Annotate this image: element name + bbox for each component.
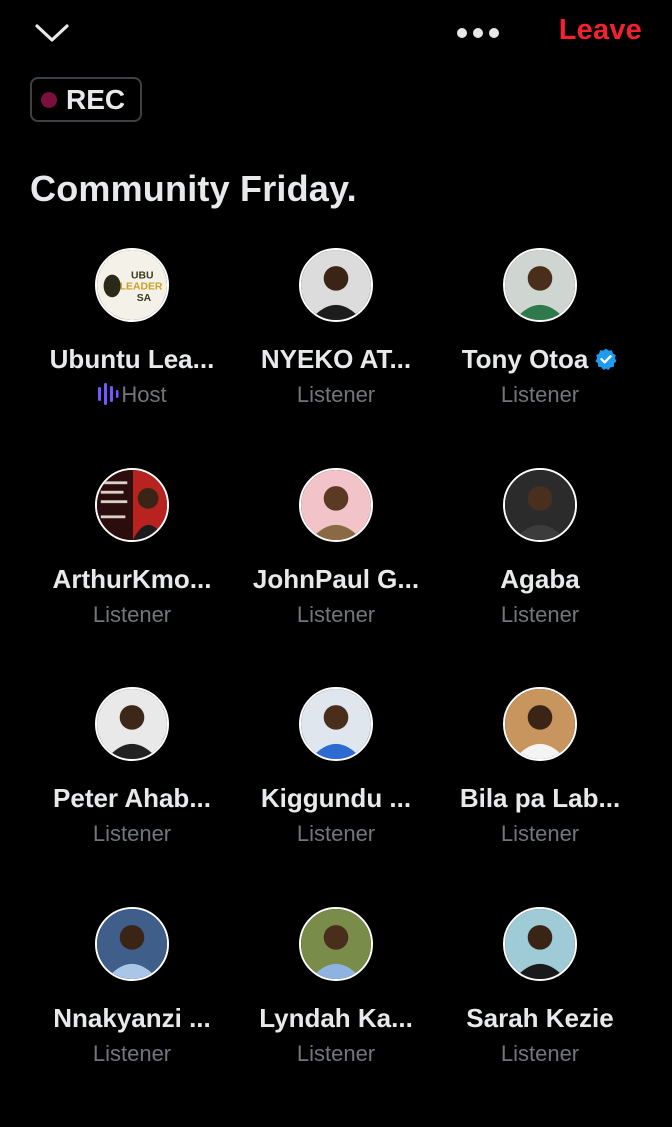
participant-role-text: Listener <box>296 601 376 627</box>
participant-card[interactable]: UBU LEADER SA Ubuntu Lea... Host <box>30 248 234 468</box>
participant-role: Listener <box>234 382 438 408</box>
participant-role: Listener <box>438 821 642 847</box>
participant-role: Listener <box>30 602 234 628</box>
participant-role-text: Listener <box>500 821 580 846</box>
participant-role-text: Listener <box>296 382 376 407</box>
participant-role: Listener <box>30 821 234 847</box>
participant-role: Listener <box>30 1041 234 1067</box>
person-avatar[interactable] <box>299 687 373 761</box>
participant-role: Listener <box>438 1041 642 1067</box>
participant-card[interactable]: Agaba Listener <box>438 467 642 688</box>
person-avatar[interactable] <box>95 687 169 761</box>
participant-card[interactable]: NYEKO AT... Listener <box>234 248 438 468</box>
participant-name-text: Agaba <box>500 563 580 594</box>
top-bar: Leave <box>0 0 672 66</box>
participant-name: Lyndah Ka... <box>234 1003 438 1034</box>
participant-card[interactable]: Bila pa Lab... Listener <box>438 687 642 907</box>
svg-text:SA: SA <box>137 293 152 304</box>
participant-role-text: Listener <box>500 601 580 627</box>
participant-role-text: Host <box>121 382 167 407</box>
participant-card[interactable]: Nnakyanzi ... Listener <box>30 906 234 1127</box>
participant-name-text: Bila pa Lab... <box>459 783 621 813</box>
svg-text:LEADER: LEADER <box>120 282 163 293</box>
participant-name: JohnPaul G... <box>234 564 438 595</box>
participant-role-text: Listener <box>92 1040 172 1066</box>
participant-name: ArthurKmo... <box>30 564 234 595</box>
participant-card[interactable]: Tony Otoa Listener <box>438 248 642 468</box>
svg-text:UBU: UBU <box>131 270 154 281</box>
more-options-icon[interactable] <box>452 20 504 46</box>
participant-name: Agaba <box>438 564 642 595</box>
participant-card[interactable]: Sarah Kezie Listener <box>438 906 642 1127</box>
participant-role-text: Listener <box>296 821 376 846</box>
participant-role-text: Listener <box>500 1040 580 1066</box>
participant-name: Peter Ahab... <box>30 783 234 814</box>
participant-name: Bila pa Lab... <box>438 783 642 814</box>
participant-role: Listener <box>234 602 438 628</box>
recording-label: REC <box>66 83 126 115</box>
logo-avatar[interactable]: UBU LEADER SA <box>95 248 169 322</box>
participant-name-text: ArthurKmo... <box>52 563 212 594</box>
person-avatar[interactable] <box>503 467 577 542</box>
participant-name-text: JohnPaul G... <box>252 563 420 594</box>
speaker-waveform-icon <box>98 383 119 405</box>
participant-role: Listener <box>438 382 642 408</box>
person-avatar[interactable] <box>503 248 577 322</box>
participant-name-text: Lyndah Ka... <box>259 1002 413 1033</box>
participant-name: NYEKO AT... <box>234 344 438 375</box>
participant-card[interactable]: JohnPaul G... Listener <box>234 467 438 688</box>
participant-role-text: Listener <box>296 1040 376 1066</box>
participant-name: Nnakyanzi ... <box>30 1003 234 1034</box>
recording-dot-icon <box>41 91 57 108</box>
participant-card[interactable]: Lyndah Ka... Listener <box>234 906 438 1127</box>
recording-badge: REC <box>30 77 142 122</box>
person-avatar[interactable] <box>299 248 373 322</box>
person-avatar[interactable] <box>299 906 373 981</box>
participant-name-text: Peter Ahab... <box>53 783 211 813</box>
participant-name-text: Kiggundu ... <box>260 783 412 813</box>
chevron-down-icon[interactable] <box>32 18 72 48</box>
space-title: Community Friday. <box>30 168 357 209</box>
participant-name: Tony Otoa <box>438 344 642 375</box>
participant-role: Listener <box>234 1041 438 1067</box>
participant-name-text: Sarah Kezie <box>466 1002 614 1033</box>
participant-role-text: Listener <box>92 821 172 846</box>
person-avatar[interactable] <box>503 687 577 761</box>
person-avatar[interactable] <box>299 467 373 542</box>
participant-name-text: Ubuntu Lea... <box>49 344 215 374</box>
participant-role: Listener <box>234 821 438 847</box>
participant-name-text: Tony Otoa <box>461 344 589 374</box>
participant-card[interactable]: Peter Ahab... Listener <box>30 687 234 907</box>
participant-name-text: Nnakyanzi ... <box>53 1002 211 1033</box>
participant-name: Ubuntu Lea... <box>30 344 234 375</box>
participant-role-text: Listener <box>500 382 580 407</box>
verified-badge-icon <box>595 348 617 370</box>
participant-name: Kiggundu ... <box>234 783 438 814</box>
participant-name-text: NYEKO AT... <box>260 344 412 374</box>
participant-role: Listener <box>438 602 642 628</box>
participant-role-text: Listener <box>92 601 172 627</box>
participant-card[interactable]: Kiggundu ... Listener <box>234 687 438 907</box>
person-avatar[interactable] <box>95 906 169 981</box>
participant-role: Host <box>30 382 234 408</box>
participant-name: Sarah Kezie <box>438 1003 642 1034</box>
leave-button[interactable]: Leave <box>559 14 642 47</box>
poster-avatar[interactable] <box>95 467 169 542</box>
person-avatar[interactable] <box>503 906 577 981</box>
participant-card[interactable]: ArthurKmo... Listener <box>30 467 234 688</box>
